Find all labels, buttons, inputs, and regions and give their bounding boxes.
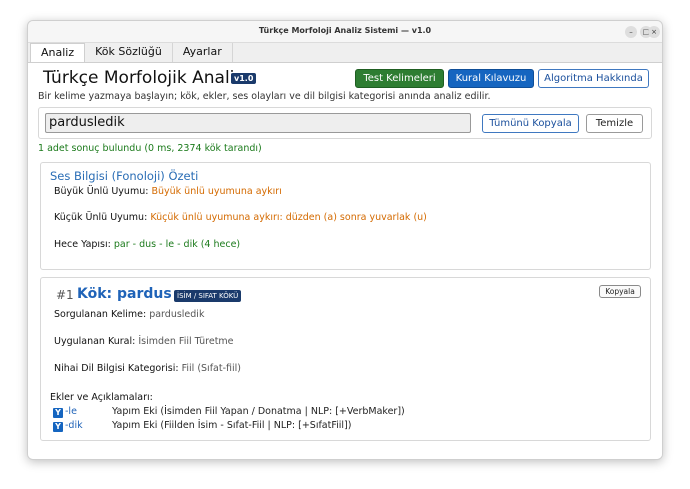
queried-word-value: pardusledik (149, 309, 205, 320)
window-title: Türkçe Morfoloji Analiz Sistemi — v1.0 (258, 26, 432, 35)
applied-rule-label: Uygulanan Kural: (54, 336, 136, 347)
copy-result-button[interactable]: Kopyala (599, 285, 641, 298)
category-value: Fiil (Sıfat-fiil) (181, 363, 241, 374)
tab-analiz[interactable]: Analiz (30, 43, 86, 62)
applied-rule-value: İsimden Fiil Türetme (138, 336, 234, 347)
page-title: Türkçe Morfolojik Analiz (43, 68, 244, 88)
suffix-name: -le (65, 406, 77, 417)
rule-guide-button[interactable]: Kural Kılavuzu (448, 69, 534, 88)
phonology-title: Ses Bilgisi (Fonoloji) Özeti (50, 169, 199, 183)
major-harmony-row: Büyük Ünlü Uyumu: Büyük ünlü uyumuna ayk… (54, 186, 282, 197)
suffix-type-icon: Y (53, 408, 63, 418)
algorithm-about-button[interactable]: Algoritma Hakkında (538, 69, 649, 88)
suffix-description: Yapım Eki (Fiilden İsim - Sıfat-Fiil | N… (112, 420, 352, 431)
result-card: #1 Kök: pardus İSİM / SIFAT KÖKÜ Kopyala… (40, 277, 651, 441)
close-icon[interactable]: × (648, 26, 660, 38)
tab-kok-sozlugu[interactable]: Kök Sözlüğü (85, 43, 173, 62)
minimize-icon[interactable]: – (625, 26, 637, 38)
suffix-name: -dik (65, 420, 83, 431)
root-title: Kök: pardus (77, 286, 172, 302)
suffix-description: Yapım Eki (İsimden Fiil Yapan / Donatma … (112, 406, 405, 417)
minor-harmony-label: Küçük Ünlü Uyumu: (54, 212, 148, 223)
syllable-label: Hece Yapısı: (54, 239, 111, 250)
suffix-item: Y -le (53, 406, 77, 418)
major-harmony-label: Büyük Ünlü Uyumu: (54, 186, 149, 197)
result-count: 1 adet sonuç bulundu (0 ms, 2374 kök tar… (38, 143, 262, 154)
version-badge: v1.0 (231, 73, 257, 84)
minor-harmony-value: Küçük ünlü uyumuna aykırı: düzden (a) so… (150, 212, 427, 223)
syllable-row: Hece Yapısı: par - dus - le - dik (4 hec… (54, 239, 240, 250)
tab-bar: Analiz Kök Sözlüğü Ayarlar (28, 43, 662, 62)
category-row: Nihai Dil Bilgisi Kategorisi: Fiil (Sıfa… (54, 363, 241, 374)
instructions-text: Bir kelime yazmaya başlayın; kök, ekler,… (38, 91, 491, 102)
result-number: #1 (56, 288, 74, 302)
queried-word-row: Sorgulanan Kelime: pardusledik (54, 309, 204, 320)
major-harmony-value: Büyük ünlü uyumuna aykırı (151, 186, 282, 197)
minor-harmony-row: Küçük Ünlü Uyumu: Küçük ünlü uyumuna ayk… (54, 212, 427, 223)
suffixes-title: Ekler ve Açıklamaları: (50, 392, 153, 403)
syllable-value: par - dus - le - dik (4 hece) (113, 239, 241, 250)
test-words-button[interactable]: Test Kelimeleri (355, 69, 444, 88)
tab-ayarlar[interactable]: Ayarlar (173, 43, 233, 62)
category-label: Nihai Dil Bilgisi Kategorisi: (54, 363, 179, 374)
applied-rule-row: Uygulanan Kural: İsimden Fiil Türetme (54, 336, 234, 347)
search-area: pardusledik Tümünü Kopyala Temizle (38, 107, 652, 139)
app-window: Türkçe Morfoloji Analiz Sistemi — v1.0 –… (27, 20, 663, 460)
phonology-card: Ses Bilgisi (Fonoloji) Özeti Büyük Ünlü … (40, 162, 651, 270)
word-input[interactable]: pardusledik (45, 113, 471, 133)
copy-all-button[interactable]: Tümünü Kopyala (482, 114, 579, 133)
suffix-item: Y -dik (53, 420, 83, 432)
clear-button[interactable]: Temizle (586, 114, 643, 133)
queried-word-label: Sorgulanan Kelime: (54, 309, 147, 320)
title-bar: Türkçe Morfoloji Analiz Sistemi — v1.0 –… (28, 21, 662, 43)
suffix-type-icon: Y (53, 422, 63, 432)
root-type-badge: İSİM / SIFAT KÖKÜ (174, 290, 242, 302)
analysis-panel: Türkçe Morfolojik Analiz v1.0 Test Kelim… (28, 62, 662, 459)
